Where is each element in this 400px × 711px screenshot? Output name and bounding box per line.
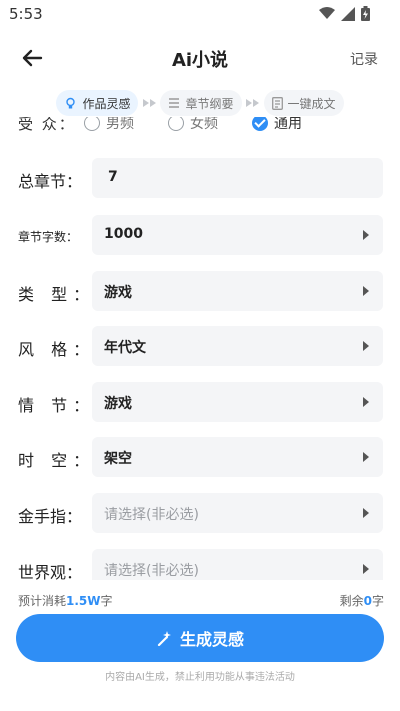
audience-option-male[interactable]: 男频: [84, 117, 134, 133]
caret-right-icon: [363, 230, 369, 240]
caret-right-icon: [363, 286, 369, 296]
field-value: 7: [108, 169, 118, 185]
form-scroll-area[interactable]: 受 众： 男频 女频 通用 总章节： 7 章节字数： 1000 类 型： 游戏: [0, 117, 400, 580]
status-bar: 5:53: [0, 0, 400, 28]
plot-row: 情 节： 游戏: [0, 382, 400, 422]
back-button[interactable]: [20, 46, 44, 70]
field-placeholder: 请选择(非必选): [104, 507, 199, 523]
worldview-row: 世界观： 请选择(非必选): [0, 549, 400, 580]
style-select[interactable]: 年代文: [92, 326, 383, 366]
field-value: 架空: [104, 451, 132, 467]
status-time: 5:53: [9, 5, 43, 23]
caret-right-icon: [363, 508, 369, 518]
total-chapters-input[interactable]: 7: [92, 158, 383, 198]
type-row: 类 型： 游戏: [0, 271, 400, 311]
radio-icon: [84, 117, 100, 131]
field-label: 世界观：: [18, 563, 83, 580]
field-value: 1000: [104, 226, 143, 242]
audience-option-female[interactable]: 女频: [168, 117, 218, 133]
audience-label: 受 众：: [18, 117, 76, 133]
option-label: 通用: [274, 117, 302, 132]
lightbulb-icon: [66, 97, 76, 108]
step-label: 章节纲要: [185, 96, 234, 111]
option-label: 男频: [106, 117, 134, 132]
field-label: 章节字数：: [18, 230, 79, 244]
field-value: 游戏: [104, 285, 132, 301]
worldview-select[interactable]: 请选择(非必选): [92, 549, 383, 580]
status-icons: [319, 6, 370, 21]
field-value: 游戏: [104, 396, 132, 412]
estimated-cost: 预计消耗1.5W字: [18, 594, 113, 608]
disclaimer-text: 内容由AI生成，禁止利用功能从事违法活动: [105, 672, 295, 683]
plot-select[interactable]: 游戏: [92, 382, 383, 422]
spacetime-select[interactable]: 架空: [92, 437, 383, 477]
caret-right-icon: [363, 397, 369, 407]
chapter-words-select[interactable]: 1000: [92, 215, 383, 255]
audience-row: 受 众： 男频 女频 通用: [18, 117, 336, 134]
spacetime-row: 时 空： 架空: [0, 437, 400, 477]
field-label: 风 格：: [18, 340, 96, 359]
step-outline[interactable]: 章节纲要: [160, 90, 242, 116]
field-label: 情 节：: [18, 396, 96, 415]
step-arrow-icon: [138, 99, 160, 107]
field-label: 类 型：: [18, 285, 96, 304]
field-value: 年代文: [104, 340, 146, 356]
style-row: 风 格： 年代文: [0, 326, 400, 366]
page-title: Ai小说: [171, 50, 229, 71]
document-icon: [271, 96, 283, 110]
wifi-icon: [319, 7, 335, 19]
caret-right-icon: [363, 452, 369, 462]
field-label: 总章节：: [18, 172, 83, 191]
total-chapters-row: 总章节： 7: [0, 158, 400, 198]
remaining-words: 剩余0字: [339, 594, 384, 608]
golden-finger-select[interactable]: 请选择(非必选): [92, 493, 383, 533]
step-indicator: 作品灵感 章节纲要 一键成文: [0, 89, 400, 117]
golden-finger-row: 金手指： 请选择(非必选): [0, 493, 400, 533]
radio-icon: [168, 117, 184, 131]
field-label: 金手指：: [18, 507, 83, 526]
step-inspiration[interactable]: 作品灵感: [56, 90, 139, 116]
record-button[interactable]: 记录: [350, 49, 378, 69]
magic-wand-icon: [157, 631, 171, 646]
option-label: 女频: [190, 117, 218, 132]
type-select[interactable]: 游戏: [92, 271, 383, 311]
arrow-left-icon: [22, 49, 43, 67]
generate-button-label: 生成灵感: [179, 630, 244, 649]
radio-checked-icon: [252, 117, 268, 131]
battery-icon: [361, 6, 370, 21]
header: Ai小说 记录: [0, 38, 400, 78]
audience-option-general[interactable]: 通用: [252, 117, 302, 133]
field-placeholder: 请选择(非必选): [104, 563, 199, 579]
list-icon: [169, 98, 180, 108]
caret-right-icon: [363, 341, 369, 351]
caret-right-icon: [363, 564, 369, 574]
step-compose[interactable]: 一键成文: [263, 90, 344, 116]
field-label: 时 空：: [18, 451, 96, 470]
chapter-words-row: 章节字数： 1000: [0, 215, 400, 255]
step-arrow-icon: [242, 99, 264, 107]
generate-inspiration-button[interactable]: 生成灵感: [16, 614, 384, 662]
signal-icon: [341, 6, 355, 21]
step-label: 一键成文: [287, 96, 336, 111]
step-label: 作品灵感: [82, 96, 131, 111]
